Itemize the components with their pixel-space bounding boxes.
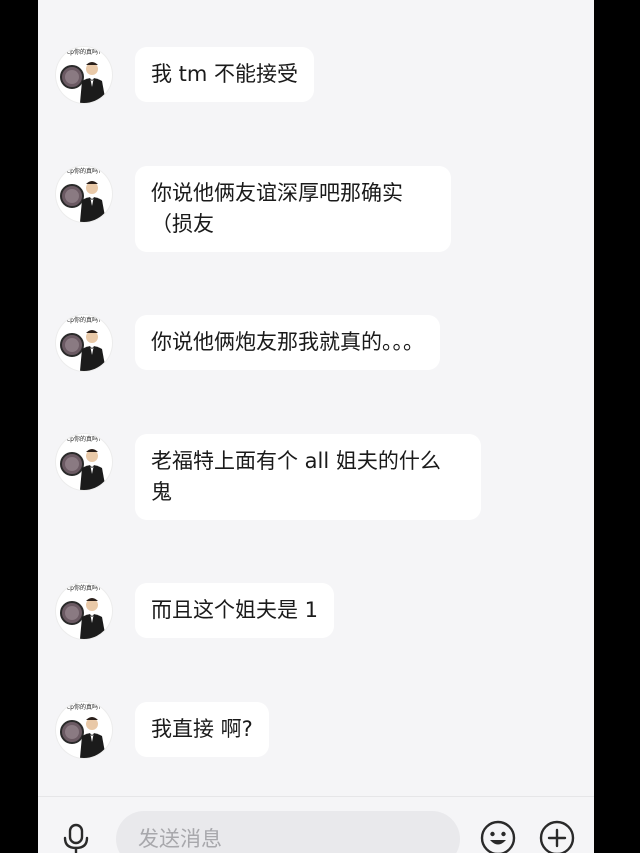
message-input[interactable] (116, 811, 460, 853)
message-bubble[interactable]: 你说他俩炮友那我就真的。。。 (135, 315, 440, 370)
avatar-caption: cp你的真吗? (66, 317, 102, 324)
message-bubble[interactable]: 你说他俩友谊深厚吧那确实 （损友 (135, 166, 451, 252)
message-bubble[interactable]: 而且这个姐夫是 1 (135, 583, 335, 638)
message-input-bar (38, 796, 594, 853)
avatar[interactable]: cp你的真吗? (56, 434, 112, 490)
avatar-caption: cp你的真吗? (66, 436, 102, 443)
avatar-caption: cp你的真吗? (66, 704, 102, 711)
message-text: 你说他俩友谊深厚吧那确实 （损友 (151, 181, 403, 236)
chat-screen: cp你的真吗? 我 tm 不能接受 cp你的真吗? 你说他俩友谊深厚吧那确实 （… (38, 0, 594, 853)
avatar[interactable]: cp你的真吗? (56, 166, 112, 222)
message-bubble[interactable]: 我 tm 不能接受 (135, 47, 315, 102)
message-text: 而且这个姐夫是 1 (151, 598, 319, 622)
avatar[interactable]: cp你的真吗? (56, 47, 112, 103)
message-bubble[interactable]: 老福特上面有个 all 姐夫的什么 鬼 (135, 434, 481, 520)
avatar[interactable]: cp你的真吗? (56, 315, 112, 371)
message-bubble[interactable]: 我直接 啊? (135, 702, 269, 757)
avatar-caption: cp你的真吗? (66, 585, 102, 592)
smiley-face-icon[interactable] (479, 819, 517, 853)
plus-circle-icon[interactable] (538, 819, 576, 853)
message-text: 你说他俩炮友那我就真的。。。 (151, 330, 424, 354)
message-text: 我 tm 不能接受 (151, 62, 299, 86)
avatar-caption: cp你的真吗? (66, 49, 102, 56)
message-text: 我直接 啊? (151, 717, 253, 741)
avatar[interactable]: cp你的真吗? (56, 702, 112, 758)
avatar-caption: cp你的真吗? (66, 168, 102, 175)
message-text: 老福特上面有个 all 姐夫的什么 鬼 (151, 449, 441, 504)
microphone-icon[interactable] (58, 821, 94, 853)
avatar[interactable]: cp你的真吗? (56, 583, 112, 639)
